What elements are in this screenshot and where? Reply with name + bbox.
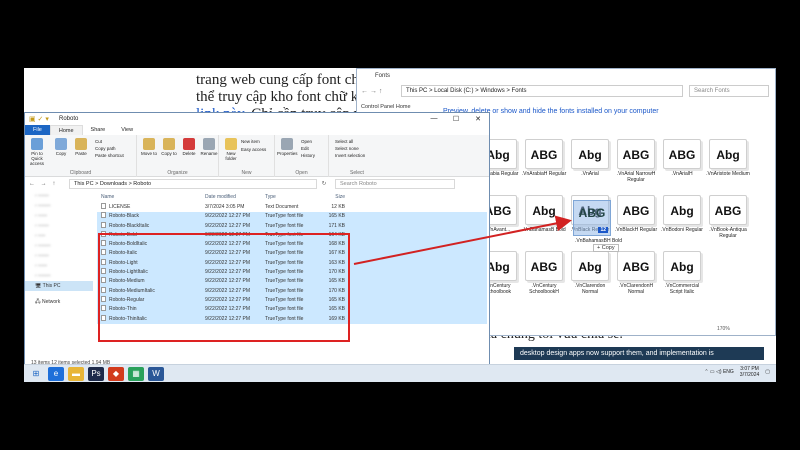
- file-explorer-icon[interactable]: ▬: [68, 366, 84, 381]
- network-tray-icon[interactable]: ▭: [710, 369, 715, 375]
- screen: trang web cung cấp font chữ thể truy cập…: [24, 68, 776, 382]
- edge-icon[interactable]: e: [48, 366, 64, 381]
- photoshop-icon[interactable]: Ps: [88, 366, 104, 381]
- clock[interactable]: 3:07 PM 3/7/2024: [740, 366, 759, 378]
- language-indicator[interactable]: ENG: [723, 369, 734, 375]
- taskbar: ⊞ e ▬ Ps ◆ ▦ W ⌃ ▭ ◁) ENG 3:07 PM 3/7/20…: [24, 364, 776, 382]
- start-icon[interactable]: ⊞: [28, 367, 44, 381]
- clock-date: 3/7/2024: [739, 372, 760, 378]
- volume-icon[interactable]: ◁): [716, 369, 722, 375]
- drag-arrow: [353, 215, 572, 265]
- system-tray: ⌃ ▭ ◁) ENG 3:07 PM 3/7/2024 ▢: [704, 366, 770, 378]
- chevron-up-icon[interactable]: ⌃: [704, 369, 708, 375]
- brave-icon[interactable]: ◆: [108, 366, 124, 381]
- app-icon[interactable]: ▦: [128, 366, 144, 381]
- word-icon[interactable]: W: [148, 366, 164, 381]
- notification-icon[interactable]: ▢: [765, 369, 770, 375]
